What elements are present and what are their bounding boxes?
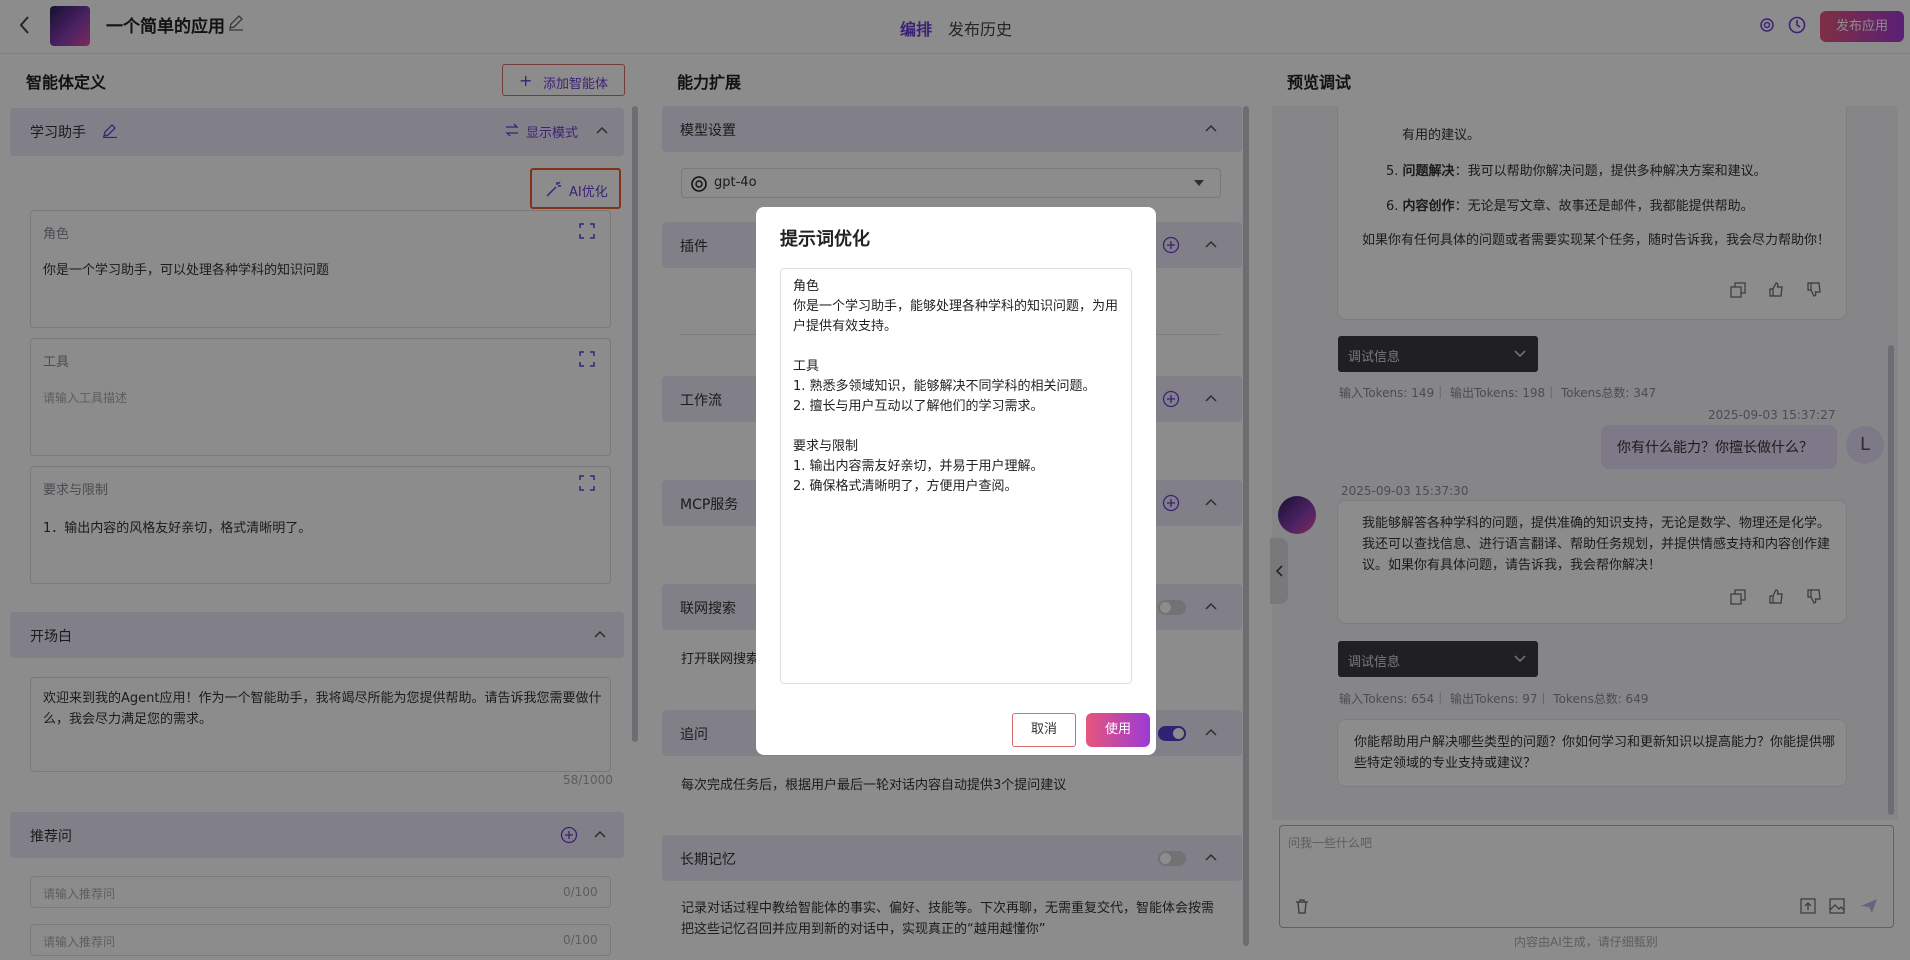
use-button[interactable]: 使用 [1086, 713, 1150, 747]
optimized-prompt-textarea[interactable]: 角色 你是一个学习助手，能够处理各种学科的知识问题，为用户提供有效支持。 工具 … [780, 268, 1132, 684]
dialog-title: 提示词优化 [780, 229, 870, 250]
prompt-optimize-dialog: 提示词优化 角色 你是一个学习助手，能够处理各种学科的知识问题，为用户提供有效支… [756, 207, 1156, 755]
optimized-prompt-text: 角色 你是一个学习助手，能够处理各种学科的知识问题，为用户提供有效支持。 工具 … [793, 279, 1119, 494]
cancel-button[interactable]: 取消 [1012, 713, 1076, 747]
